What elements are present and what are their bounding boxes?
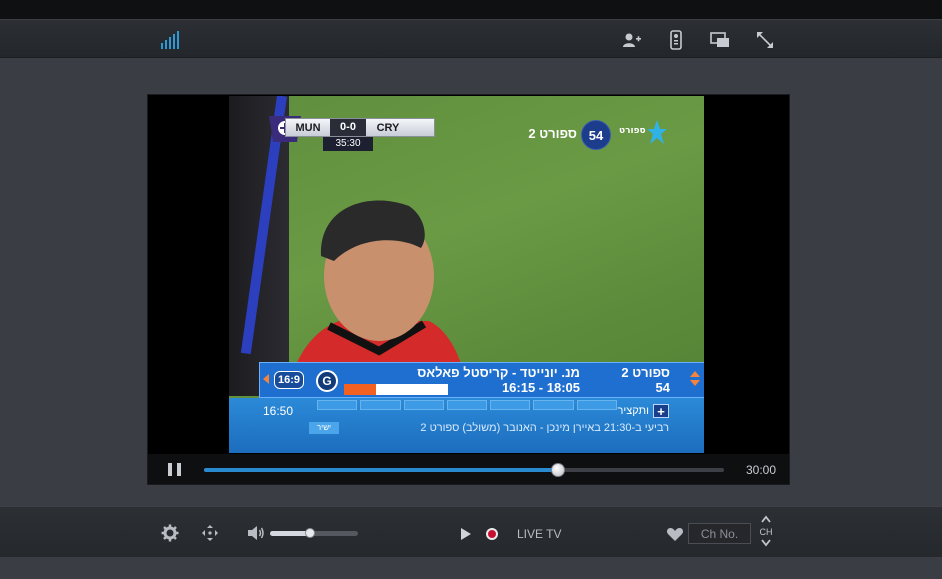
info-left-arrow-icon[interactable] (263, 374, 269, 384)
program-progress (344, 384, 448, 395)
sport-channel-star-icon: ספורט (619, 120, 667, 144)
seek-bar-fill (204, 468, 558, 472)
pause-icon[interactable] (168, 463, 182, 476)
duration-label: 30:00 (746, 463, 777, 477)
away-team: CRY (376, 121, 400, 134)
epg-ticker: רביעי ב-21:30 באיירן מינכן - האנובר (משו… (420, 422, 669, 434)
epg-grid (317, 400, 617, 410)
move-arrows-icon[interactable] (201, 524, 219, 542)
seek-bar[interactable] (204, 463, 724, 477)
epg-strip: 16:50 ותקציר + ישיר רביעי ב-21:30 באיירן… (229, 398, 704, 453)
settings-gear-icon[interactable] (161, 524, 179, 542)
volume-slider-fill (270, 531, 310, 536)
volume-icon[interactable] (247, 524, 265, 542)
video-player: MUN 0-0 CRY 35:30 ספורט 2 54 ספורט 16:9 … (147, 94, 790, 485)
window-bottom-strip (0, 557, 942, 579)
window-top-strip (0, 0, 942, 19)
volume-slider[interactable] (270, 528, 358, 538)
program-time-range: 16:15 - 18:05 (501, 380, 580, 395)
video-frame[interactable]: MUN 0-0 CRY 35:30 ספורט 2 54 ספורט 16:9 … (229, 96, 704, 453)
program-progress-fill (344, 384, 377, 395)
add-user-icon[interactable] (621, 30, 641, 50)
live-tv-button[interactable]: LIVE TV (517, 527, 561, 541)
top-toolbar (0, 19, 942, 58)
channel-down-chevron-icon[interactable] (761, 539, 771, 549)
channel-up-down-icon[interactable] (690, 371, 700, 391)
home-team: MUN (295, 121, 321, 134)
fullscreen-icon[interactable] (755, 30, 775, 50)
scorebug: MUN 0-0 CRY 35:30 (267, 116, 437, 154)
epg-expand-button[interactable]: + (653, 404, 669, 419)
player-controls: 30:00 (148, 454, 789, 484)
channel-up-down: CH (757, 515, 775, 555)
match-clock: 35:30 (323, 137, 373, 151)
rating-badge: G (316, 370, 338, 392)
channel-label: CH (759, 527, 773, 537)
info-channel-number: 54 (655, 380, 670, 395)
remote-control-icon[interactable] (666, 30, 686, 50)
volume-slider-thumb[interactable] (304, 528, 315, 538)
program-title: מנ. יונייטד - קריסטל פאלאס (417, 365, 580, 380)
channel-logo-name: ספורט 2 (528, 126, 577, 141)
info-channel-name: ספורט 2 (621, 365, 670, 380)
channel-logo-number: 54 (581, 120, 611, 150)
picture-in-picture-icon[interactable] (710, 30, 730, 50)
scorebug-main: MUN 0-0 CRY (285, 118, 435, 137)
program-info-bar[interactable]: 16:9 G מנ. יונייטד - קריסטל פאלאס 16:15 … (259, 362, 704, 398)
bottom-toolbar: LIVE TV CH (0, 506, 942, 557)
epg-label: ותקציר (617, 405, 649, 417)
seek-bar-thumb[interactable] (550, 463, 565, 477)
svg-text:ספורט: ספורט (619, 126, 646, 136)
channel-logo: ספורט 2 54 ספורט (519, 118, 669, 150)
play-icon[interactable] (461, 528, 471, 540)
channel-up-chevron-icon[interactable] (761, 515, 771, 525)
record-icon[interactable] (486, 528, 498, 540)
signal-bars-icon (160, 30, 180, 50)
channel-number-input[interactable] (688, 523, 751, 544)
favorite-heart-icon[interactable] (666, 525, 684, 543)
score: 0-0 (330, 119, 366, 136)
epg-clock: 16:50 (263, 404, 294, 418)
aspect-ratio-badge: 16:9 (274, 371, 304, 389)
